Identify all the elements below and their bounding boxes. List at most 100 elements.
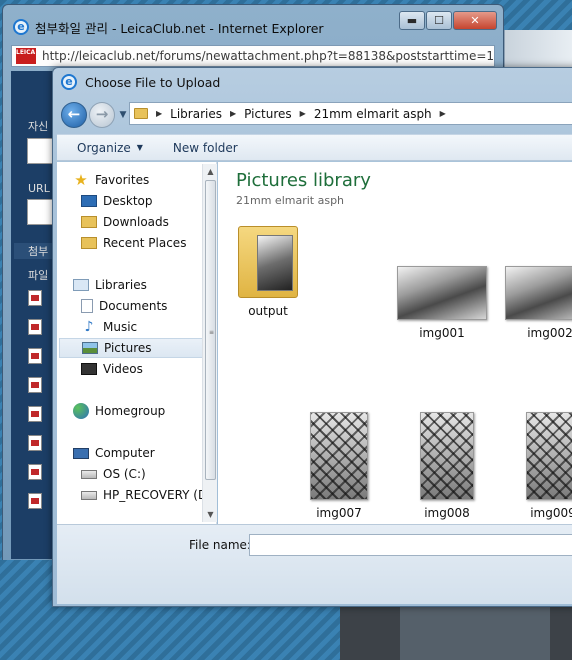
photo-thumbnail [397, 266, 487, 320]
file-row[interactable] [14, 370, 54, 399]
breadcrumb[interactable]: ▶ Libraries ▶ Pictures ▶ 21mm elmarit as… [129, 102, 572, 125]
file-icon [28, 376, 42, 393]
scroll-up-icon[interactable]: ▲ [203, 164, 218, 179]
file-icon [28, 289, 42, 306]
file-name-label: File name: [189, 538, 251, 552]
drive-icon [81, 490, 97, 500]
photo-thumbnail [505, 266, 572, 320]
file-row[interactable] [14, 428, 54, 457]
library-title: Pictures library [236, 170, 371, 191]
breadcrumb-libraries[interactable]: Libraries [170, 107, 222, 121]
documents-icon [81, 299, 93, 313]
scrollbar-thumb[interactable]: ≡ [205, 180, 216, 480]
chevron-right-icon[interactable]: ▶ [300, 109, 306, 118]
side-input-2[interactable] [27, 199, 53, 225]
file-row[interactable] [14, 283, 54, 312]
nav-item-videos[interactable]: Videos [81, 359, 216, 379]
file-icon [28, 318, 42, 335]
nav-item-recovery-drive[interactable]: HP_RECOVERY (D [81, 485, 216, 505]
downloads-folder-icon [81, 216, 97, 228]
navigation-scrollbar[interactable]: ▲ ≡ ▼ [202, 164, 217, 522]
photo-thumbnail [420, 412, 474, 500]
dialog-title: Choose File to Upload [85, 74, 221, 90]
nav-label: Recent Places [103, 236, 187, 250]
photo-thumbnail [310, 412, 368, 500]
file-name-area: File name: [57, 524, 572, 604]
computer-icon [73, 447, 89, 459]
nav-item-downloads[interactable]: Downloads [81, 212, 216, 232]
nav-label: Music [103, 320, 138, 334]
nav-item-music[interactable]: ♪ Music [81, 317, 216, 337]
nav-item-favorites[interactable]: ★ Favorites [73, 170, 216, 190]
side-label-file: 파일 [28, 269, 49, 282]
chevron-down-icon: ▼ [136, 143, 143, 152]
side-label-url: URL [28, 182, 50, 195]
grip-icon: ≡ [209, 329, 215, 336]
nav-label: HP_RECOVERY (D [103, 488, 208, 502]
breadcrumb-current-folder[interactable]: 21mm elmarit asph [314, 107, 432, 121]
nav-label: Documents [99, 299, 168, 313]
chevron-right-icon[interactable]: ▶ [440, 109, 446, 118]
nav-label: Favorites [95, 173, 150, 187]
star-icon: ★ [74, 171, 88, 189]
nav-item-computer[interactable]: Computer [73, 443, 216, 463]
maximize-button[interactable]: ☐ [426, 11, 452, 30]
leica-club-favicon-icon: LEICA CLUB [16, 48, 55, 64]
nav-label: Libraries [95, 278, 147, 292]
chevron-right-icon[interactable]: ▶ [230, 109, 236, 118]
file-icon [28, 405, 42, 422]
file-row[interactable] [14, 399, 54, 428]
nav-item-homegroup[interactable]: Homegroup [73, 401, 216, 421]
dialog-titlebar: e Choose File to Upload [61, 74, 220, 90]
desktop-icon [81, 195, 97, 207]
file-row[interactable] [14, 486, 54, 515]
nav-item-desktop[interactable]: Desktop [81, 191, 216, 211]
nav-item-pictures[interactable]: Pictures [59, 338, 203, 358]
breadcrumb-pictures[interactable]: Pictures [244, 107, 292, 121]
nav-label: Computer [95, 446, 155, 460]
nav-item-documents[interactable]: Documents [81, 296, 216, 316]
folder-icon [238, 226, 298, 298]
file-icon [28, 492, 42, 509]
new-folder-button[interactable]: New folder [173, 141, 238, 155]
file-item-output[interactable]: output [232, 226, 304, 318]
drive-icon [81, 469, 97, 479]
homegroup-icon [73, 403, 89, 419]
file-upload-dialog: e Choose File to Upload ← → ▼ ▶ Librarie… [52, 67, 572, 607]
close-button[interactable]: ✕ [453, 11, 497, 30]
libraries-icon [73, 279, 89, 291]
file-item-img009[interactable]: img009 [508, 412, 572, 520]
recent-locations-dropdown[interactable]: ▼ [117, 110, 129, 120]
scroll-down-icon[interactable]: ▼ [203, 507, 218, 522]
forward-button[interactable]: → [89, 102, 115, 128]
background-window-bottom-inner [400, 600, 550, 660]
minimize-button[interactable]: ▬ [399, 11, 425, 30]
nav-label: OS (C:) [103, 467, 146, 481]
file-list-pane: Pictures library 21mm elmarit asph outpu… [218, 162, 572, 524]
organize-button[interactable]: Organize ▼ [77, 141, 143, 155]
nav-label: Downloads [103, 215, 169, 229]
file-icon [28, 463, 42, 480]
ie-window-controls: ▬ ☐ ✕ [398, 11, 497, 30]
nav-item-os-drive[interactable]: OS (C:) [81, 464, 216, 484]
chevron-right-icon[interactable]: ▶ [156, 109, 162, 118]
side-input-1[interactable] [27, 138, 53, 164]
file-row[interactable] [14, 457, 54, 486]
file-row[interactable] [14, 341, 54, 370]
file-name-input[interactable] [249, 534, 572, 556]
address-bar[interactable]: LEICA CLUB http://leicaclub.net/forums/n… [11, 45, 495, 67]
nav-item-libraries[interactable]: Libraries [73, 275, 216, 295]
nav-item-recent-places[interactable]: Recent Places [81, 233, 216, 253]
back-button[interactable]: ← [61, 102, 87, 128]
file-item-img007[interactable]: img007 [294, 412, 384, 520]
file-row[interactable] [14, 312, 54, 341]
file-item-img002[interactable]: img002 [502, 266, 572, 340]
navigation-buttons: ← → ▼ [61, 100, 129, 130]
file-item-img001[interactable]: img001 [394, 266, 490, 340]
nav-label: Pictures [104, 341, 152, 355]
file-item-img008[interactable]: img008 [402, 412, 492, 520]
file-name: img008 [424, 506, 470, 520]
videos-icon [81, 363, 97, 375]
file-name: img007 [316, 506, 362, 520]
nav-label: Videos [103, 362, 143, 376]
